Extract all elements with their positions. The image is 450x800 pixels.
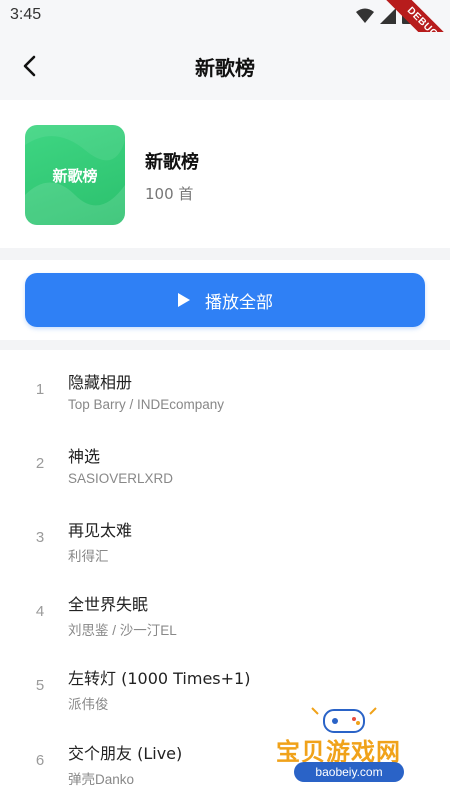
- play-all-label: 播放全部: [205, 292, 273, 313]
- playlist-header: 新歌榜 新歌榜 100 首: [0, 100, 450, 248]
- playlist-name: 新歌榜: [145, 152, 199, 173]
- song-title: 交个朋友 (Live): [68, 744, 183, 763]
- song-artist: 刘思鉴 / 沙一汀EL: [68, 623, 177, 638]
- song-artist: SASIOVERLXRD: [68, 471, 174, 486]
- play-all-button[interactable]: 播放全部: [25, 273, 425, 327]
- play-icon: [178, 293, 190, 307]
- playlist-cover[interactable]: 新歌榜: [25, 125, 125, 225]
- watermark: 宝贝游戏网 baobeiy.com: [272, 700, 422, 792]
- song-artist: Top Barry / INDEcompany: [68, 397, 225, 412]
- page-title: 新歌榜: [195, 56, 255, 80]
- status-time: 3:45: [10, 6, 42, 23]
- song-title: 左转灯 (1000 Times+1): [68, 669, 251, 688]
- play-all-section: 播放全部: [0, 260, 450, 340]
- signal-icon: [380, 8, 396, 24]
- song-index: 5: [35, 677, 45, 694]
- song-index: 1: [35, 381, 45, 398]
- song-artist: 利得汇: [68, 549, 109, 564]
- song-title: 神选: [68, 447, 101, 466]
- song-row[interactable]: 4 全世界失眠 刘思鉴 / 沙一汀EL: [0, 577, 450, 651]
- app-bar: 新歌榜: [0, 32, 450, 100]
- status-bar: 3:45 DEBUG: [0, 0, 450, 72]
- song-index: 2: [35, 455, 45, 472]
- song-artist: 派伟俊: [68, 697, 109, 712]
- cover-label: 新歌榜: [52, 167, 98, 185]
- song-title: 再见太难: [68, 521, 133, 540]
- song-row[interactable]: 2 神选 SASIOVERLXRD: [0, 429, 450, 503]
- song-index: 4: [35, 603, 45, 620]
- song-title: 隐藏相册: [68, 373, 133, 392]
- song-index: 3: [35, 529, 45, 546]
- song-title: 全世界失眠: [68, 595, 149, 614]
- watermark-url: baobeiy.com: [294, 762, 404, 782]
- playlist-song-count: 100 首: [145, 185, 194, 203]
- song-row[interactable]: 3 再见太难 利得汇: [0, 503, 450, 577]
- song-index: 6: [35, 752, 45, 769]
- song-row[interactable]: 1 隐藏相册 Top Barry / INDEcompany: [0, 355, 450, 429]
- song-artist: 弹壳Danko: [68, 772, 135, 787]
- wifi-icon: [356, 8, 374, 23]
